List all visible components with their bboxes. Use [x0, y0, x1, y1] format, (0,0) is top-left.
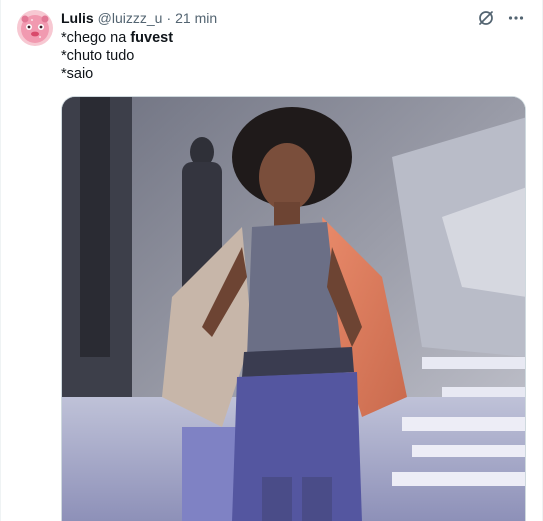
text-line-2: *chuto tudo — [61, 48, 135, 64]
avatar-icon — [17, 10, 53, 46]
text-line-1-prefix: *chego na — [61, 30, 131, 46]
tweet-actions — [476, 8, 526, 28]
tweet-media-gif[interactable] — [61, 96, 526, 521]
text-line-3: *saio — [61, 66, 94, 82]
text-line-1-bold: fuvest — [130, 30, 174, 46]
tweet[interactable]: Lulis @luizzz_u · 21 min *chego na fuves… — [0, 0, 543, 521]
avatar[interactable] — [17, 10, 53, 46]
more-icon[interactable] — [506, 8, 526, 28]
separator-dot: · — [166, 10, 172, 26]
text-line-1: *chego na fuvest — [61, 29, 521, 47]
gif-frame — [62, 97, 525, 521]
tweet-header: Lulis @luizzz_u · 21 min — [61, 9, 217, 27]
tweet-text: *chego na fuvest *chuto tudo *saio — [61, 29, 521, 83]
timestamp[interactable]: 21 min — [175, 10, 217, 26]
author-name[interactable]: Lulis — [61, 10, 94, 26]
grok-icon[interactable] — [476, 8, 496, 28]
author-handle[interactable]: @luizzz_u — [98, 10, 163, 26]
